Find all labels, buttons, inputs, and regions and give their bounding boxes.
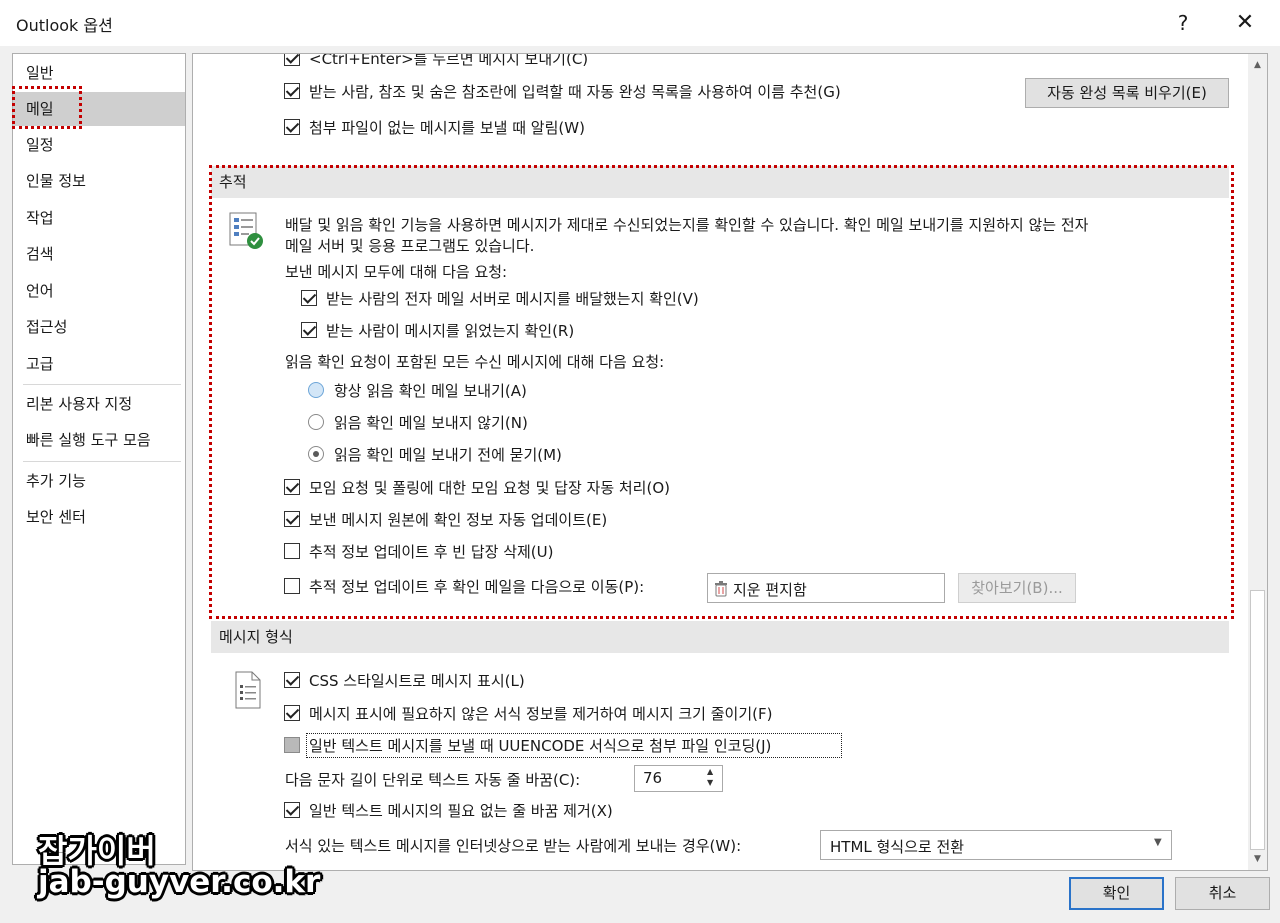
auto-process-checkbox[interactable] [284, 479, 300, 495]
clear-autocomplete-button[interactable]: 자동 완성 목록 비우기(E) [1025, 78, 1229, 108]
options-content: <Ctrl+Enter>를 누르면 메시지 보내기(C) 받는 사람, 참조 및… [192, 53, 1268, 871]
reduce-size-label: 메시지 표시에 필요하지 않은 서식 정보를 제거하여 메시지 크기 줄이기(F… [309, 705, 773, 723]
attach-warning-checkbox[interactable] [284, 119, 300, 135]
move-receipt-label: 추적 정보 업데이트 후 확인 메일을 다음으로 이동(P): [309, 578, 645, 596]
nav-item-tasks[interactable]: 작업 [13, 201, 185, 235]
nav-item-customize-ribbon[interactable]: 리본 사용자 지정 [13, 387, 185, 421]
ok-button[interactable]: 확인 [1069, 877, 1164, 910]
auto-update-label: 보낸 메시지 원본에 확인 정보 자동 업데이트(E) [309, 511, 608, 529]
remove-line-breaks-label: 일반 텍스트 메시지의 필요 없는 줄 바꿈 제거(X) [309, 802, 613, 820]
close-button[interactable]: ✕ [1230, 8, 1260, 38]
css-display-checkbox[interactable] [284, 672, 300, 688]
nav-item-advanced[interactable]: 고급 [13, 347, 185, 381]
wrap-length-stepper[interactable]: 76 ▲ ▼ [634, 765, 723, 792]
scroll-thumb[interactable] [1250, 590, 1265, 850]
ask-before-receipt-label: 읽음 확인 메일 보내기 전에 묻기(M) [334, 446, 562, 464]
css-display-label: CSS 스타일시트로 메시지 표시(L) [309, 672, 525, 690]
trash-folder-icon [715, 581, 727, 597]
tracking-description-line1: 배달 및 읽음 확인 기능을 사용하면 메시지가 제대로 수신되었는지를 확인할… [285, 216, 1089, 234]
tracking-section-header: 추적 [211, 166, 1229, 198]
autocomplete-checkbox[interactable] [284, 83, 300, 99]
delivery-receipt-label: 받는 사람의 전자 메일 서버로 메시지를 배달했는지 확인(V) [326, 290, 699, 308]
scroll-down-icon[interactable]: ▼ [1248, 850, 1267, 868]
ask-before-receipt-radio[interactable] [308, 446, 324, 462]
receipt-folder-field[interactable]: 지운 편지함 [707, 573, 945, 603]
nav-item-calendar[interactable]: 일정 [13, 128, 185, 162]
delete-blank-checkbox[interactable] [284, 543, 300, 559]
watermark-url: jab-guyver.co.kr [38, 864, 321, 900]
nav-item-quick-access-toolbar[interactable]: 빠른 실행 도구 모음 [13, 423, 185, 457]
wrap-length-value: 76 [643, 769, 663, 787]
reduce-size-checkbox[interactable] [284, 705, 300, 721]
internet-format-label: 서식 있는 텍스트 메시지를 인터넷상으로 받는 사람에게 보내는 경우(W): [285, 837, 742, 855]
internet-format-value: HTML 형식으로 전환 [830, 838, 965, 856]
cancel-button[interactable]: 취소 [1175, 877, 1270, 910]
chevron-down-icon: ▼ [1154, 837, 1162, 848]
always-send-receipt-label: 항상 읽음 확인 메일 보내기(A) [334, 382, 527, 400]
tracking-receipt-icon [229, 212, 263, 249]
auto-update-checkbox[interactable] [284, 511, 300, 527]
content-scrollbar[interactable]: ▲ ▼ [1248, 54, 1267, 870]
nav-item-general[interactable]: 일반 [13, 56, 185, 90]
nav-separator [23, 384, 181, 385]
incoming-request-label: 읽음 확인 요청이 포함된 모든 수신 메시지에 대해 다음 요청: [285, 353, 665, 371]
nav-separator [23, 461, 181, 462]
scroll-up-icon[interactable]: ▲ [1248, 56, 1267, 74]
never-send-receipt-label: 읽음 확인 메일 보내지 않기(N) [334, 414, 528, 432]
nav-item-trust-center[interactable]: 보안 센터 [13, 500, 185, 534]
nav-item-people[interactable]: 인물 정보 [13, 164, 185, 198]
auto-process-label: 모임 요청 및 폴링에 대한 모임 요청 및 답장 자동 처리(O) [309, 479, 670, 497]
message-format-section-header: 메시지 형식 [211, 621, 1229, 653]
title-bar: Outlook 옵션 ? ✕ [0, 0, 1280, 46]
receipt-folder-value: 지운 편지함 [733, 581, 807, 599]
nav-item-add-ins[interactable]: 추가 기능 [13, 464, 185, 498]
read-receipt-label: 받는 사람이 메시지를 읽었는지 확인(R) [326, 322, 575, 340]
delete-blank-label: 추적 정보 업데이트 후 빈 답장 삭제(U) [309, 543, 554, 561]
nav-item-language[interactable]: 언어 [13, 274, 185, 308]
options-nav: 일반 메일 일정 인물 정보 작업 검색 언어 접근성 고급 리본 사용자 지정… [12, 53, 186, 865]
autocomplete-label: 받는 사람, 참조 및 숨은 참조란에 입력할 때 자동 완성 목록을 사용하여… [309, 83, 841, 101]
nav-item-accessibility[interactable]: 접근성 [13, 310, 185, 344]
always-send-receipt-radio[interactable] [308, 382, 324, 398]
uuencode-label: 일반 텍스트 메시지를 보낼 때 UUENCODE 서식으로 첨부 파일 인코딩… [309, 737, 772, 755]
read-receipt-checkbox[interactable] [301, 322, 317, 338]
move-receipt-checkbox[interactable] [284, 578, 300, 594]
ctrl-enter-label: <Ctrl+Enter>를 누르면 메시지 보내기(C) [309, 53, 589, 68]
attach-warning-label: 첨부 파일이 없는 메시지를 보낼 때 알림(W) [309, 119, 585, 137]
never-send-receipt-radio[interactable] [308, 414, 324, 430]
wrap-length-label: 다음 문자 길이 단위로 텍스트 자동 줄 바꿈(C): [285, 771, 581, 789]
internet-format-select[interactable]: HTML 형식으로 전환 ▼ [820, 830, 1172, 860]
tracking-description-line2: 메일 서버 및 응용 프로그램도 있습니다. [285, 237, 535, 255]
remove-line-breaks-checkbox[interactable] [284, 802, 300, 818]
browse-folder-button[interactable]: 찾아보기(B)... [958, 573, 1076, 603]
sent-request-label: 보낸 메시지 모두에 대해 다음 요청: [285, 263, 508, 281]
window-title: Outlook 옵션 [16, 16, 113, 35]
nav-item-search[interactable]: 검색 [13, 237, 185, 271]
stepper-down-icon[interactable]: ▼ [707, 778, 713, 787]
nav-item-mail[interactable]: 메일 [13, 92, 185, 126]
message-format-icon [235, 671, 261, 709]
ctrl-enter-checkbox[interactable] [284, 54, 300, 66]
stepper-up-icon[interactable]: ▲ [707, 767, 713, 776]
delivery-receipt-checkbox[interactable] [301, 290, 317, 306]
uuencode-checkbox[interactable] [284, 737, 300, 753]
help-button[interactable]: ? [1168, 8, 1198, 38]
